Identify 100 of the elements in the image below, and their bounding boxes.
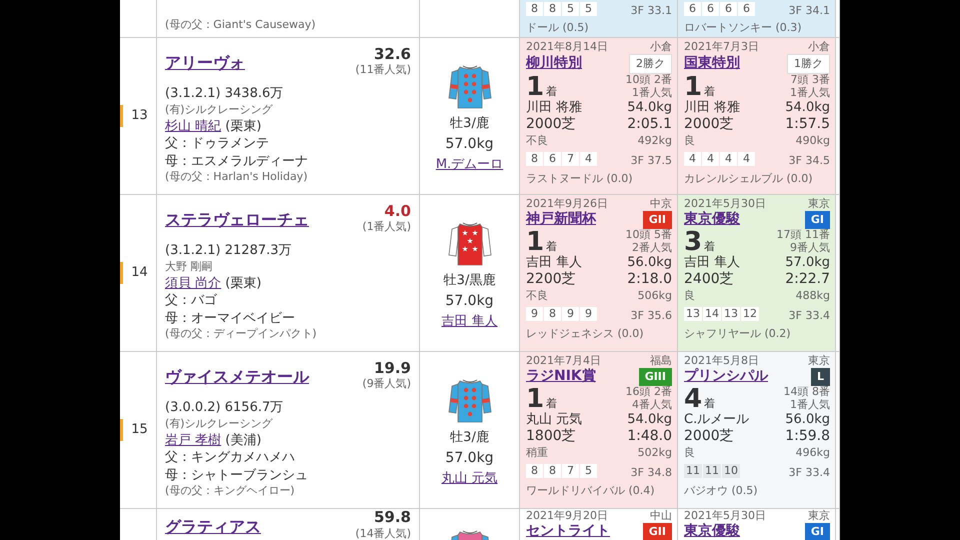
grade-badge: 1勝ク bbox=[787, 54, 830, 74]
race-name-link[interactable]: 柳川特別 bbox=[526, 55, 582, 72]
last-3f-time: 3F 35.6 bbox=[630, 308, 672, 322]
record-text: (3.1.2.1) 21287.3万 bbox=[165, 242, 293, 260]
winner-text: バジオウ (0.5) bbox=[684, 484, 759, 498]
race-name-link[interactable]: プリンシパル bbox=[684, 368, 768, 386]
weight-text: 57.0kg bbox=[445, 292, 494, 310]
race-date: 2021年5月30日 bbox=[684, 509, 766, 522]
region-text: (栗東) bbox=[225, 118, 262, 134]
popularity-text: 9番人気 bbox=[789, 242, 830, 255]
jockey-text: 丸山 元気 bbox=[526, 412, 582, 428]
passing-position: 8 bbox=[526, 152, 543, 166]
passing-position: 7 bbox=[562, 464, 579, 478]
race-name-link[interactable]: ラジNIK賞 bbox=[526, 368, 596, 386]
popularity-text: (11番人気) bbox=[355, 62, 411, 78]
popularity-text: 1番人気 bbox=[789, 399, 830, 412]
popularity-text: (9番人気) bbox=[362, 376, 411, 392]
weight-text: 56.0kg bbox=[627, 254, 672, 271]
owner-text: (有)シルクレーシング bbox=[165, 102, 274, 118]
field-size-text: 17頭 11番 bbox=[776, 229, 830, 242]
last-3f-time: 3F 34.8 bbox=[630, 466, 672, 480]
last-3f-time: 3F 37.5 bbox=[630, 154, 672, 168]
passing-position: 4 bbox=[720, 152, 737, 166]
venue-text: 東京 bbox=[808, 509, 830, 523]
passing-position: 8 bbox=[544, 307, 561, 321]
venue-text: 中山 bbox=[650, 509, 672, 523]
grade-badge: GII bbox=[642, 210, 672, 229]
horse-weight-text: 502kg bbox=[638, 446, 672, 460]
popularity-text: (14番人気) bbox=[355, 526, 411, 540]
winner-text: シャフリヤール (0.2) bbox=[684, 326, 792, 340]
weight-text: 56.0kg bbox=[785, 412, 830, 428]
field-size-text: 10頭 2番 bbox=[626, 74, 672, 86]
weight-text: 54.0kg bbox=[627, 412, 672, 428]
winner-text: ワールドリバイバル (0.4) bbox=[526, 484, 656, 498]
trainer-link[interactable]: 須貝 尚介 bbox=[165, 276, 222, 291]
venue-text: 小倉 bbox=[808, 40, 830, 54]
race-time: 1:48.0 bbox=[627, 428, 672, 446]
race-date: 2021年9月26日 bbox=[526, 197, 608, 210]
race-name-link[interactable]: セントライト bbox=[526, 523, 610, 540]
row-number: 14 bbox=[131, 265, 148, 280]
last-3f-time: 3F 33.4 bbox=[788, 466, 830, 480]
race-date: 2021年9月20日 bbox=[526, 509, 608, 523]
race-date: 2021年7月3日 bbox=[684, 40, 759, 54]
owner-text: (有)シルクレーシング bbox=[165, 416, 274, 432]
record-text: (3.0.0.2) 6156.7万 bbox=[165, 399, 284, 417]
passing-position: 12 bbox=[741, 307, 759, 321]
race-time: 2:18.0 bbox=[627, 271, 672, 288]
race-name-link[interactable]: 神戸新聞杯 bbox=[526, 211, 596, 228]
horse-weight-text: 492kg bbox=[638, 134, 672, 148]
winner-text: レッドジェネシス (0.0) bbox=[526, 326, 645, 340]
horse-name-link[interactable]: ヴァイスメテオール bbox=[165, 366, 309, 392]
horse-name-link[interactable]: グラティアス bbox=[165, 515, 261, 540]
winner-text: ロバートソンキー (0.3) bbox=[684, 21, 803, 35]
distance-text: 1800芝 bbox=[526, 428, 576, 446]
jockey-link[interactable]: M.デムーロ bbox=[436, 154, 504, 174]
trainer-link[interactable]: 岩戸 孝樹 bbox=[165, 432, 222, 448]
grade-badge: GIII bbox=[638, 368, 672, 386]
race-name-link[interactable]: 東京優駿 bbox=[684, 211, 740, 228]
track-condition: 不良 bbox=[526, 134, 548, 148]
sex-age-text: 牡3/鹿 bbox=[450, 429, 489, 447]
weight-text: 57.0kg bbox=[785, 254, 830, 271]
passing-position: 13 bbox=[684, 307, 702, 321]
horse-weight-text: 496kg bbox=[796, 446, 830, 460]
grade-badge: 2勝ク bbox=[629, 54, 672, 74]
race-name-link[interactable]: 東京優駿 bbox=[684, 523, 740, 540]
venue-text: 東京 bbox=[808, 354, 830, 368]
popularity-text: (1番人気) bbox=[362, 220, 411, 234]
odds-text: 32.6 bbox=[372, 46, 411, 62]
popularity-text: 4番人気 bbox=[631, 399, 672, 412]
passing-position: 7 bbox=[562, 152, 579, 166]
horse-name-link[interactable]: ステラヴェローチェ bbox=[165, 209, 309, 234]
distance-text: 2000芝 bbox=[526, 116, 576, 134]
passing-position: 6 bbox=[702, 2, 719, 16]
jockey-text: C.ルメール bbox=[684, 412, 750, 428]
jockey-link[interactable]: 吉田 隼人 bbox=[441, 312, 498, 331]
race-date: 2021年8月14日 bbox=[526, 40, 608, 54]
distance-text: 2000芝 bbox=[684, 116, 734, 134]
field-size-text: 7頭 3番 bbox=[790, 74, 830, 86]
passing-position: 14 bbox=[703, 307, 721, 321]
jockey-text: 川田 将雅 bbox=[684, 100, 740, 116]
popularity-text: 1番人気 bbox=[790, 87, 830, 100]
dam-text: 母：エスメラルディーナ bbox=[165, 152, 309, 170]
trainer-link[interactable]: 杉山 晴紀 bbox=[165, 118, 222, 134]
race-date: 2021年5月30日 bbox=[684, 197, 766, 210]
horse-weight-text: 490kg bbox=[796, 134, 830, 148]
passing-position: 11 bbox=[703, 464, 721, 478]
passing-position: 4 bbox=[738, 152, 755, 166]
passing-position: 4 bbox=[702, 152, 719, 166]
record-text: (3.1.2.1) 3438.6万 bbox=[165, 85, 284, 103]
last-3f-time: 3F 33.4 bbox=[788, 308, 830, 322]
dam-sire-text: (母の父：キングヘイロー) bbox=[165, 484, 296, 500]
jockey-link[interactable]: 丸山 元気 bbox=[441, 468, 498, 488]
race-name-link[interactable]: 国東特別 bbox=[684, 55, 740, 72]
row-number: 15 bbox=[131, 422, 148, 438]
winner-text: カレンルシェルブル (0.0) bbox=[684, 172, 814, 186]
horse-weight-text: 506kg bbox=[638, 288, 672, 302]
horse-name-link[interactable]: アリーヴォ bbox=[165, 52, 245, 78]
weight-text: 57.0kg bbox=[445, 134, 494, 154]
dam-text: 母：オーマイベイビー bbox=[165, 310, 296, 328]
passing-position: 4 bbox=[684, 152, 701, 166]
